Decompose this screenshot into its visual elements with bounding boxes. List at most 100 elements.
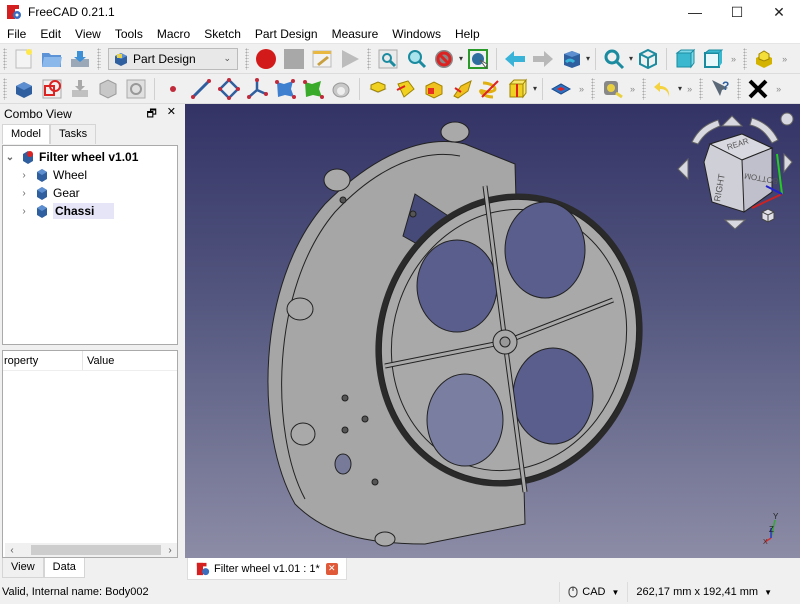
create-sketch-button[interactable] [40,77,64,101]
front-view-button[interactable] [673,47,697,71]
menu-view[interactable]: View [68,24,108,44]
value-column-header[interactable]: Value [83,351,114,370]
datum-plane-button[interactable] [217,77,241,101]
pad-button[interactable] [366,77,390,101]
close-panel-button[interactable]: ✕ [167,105,176,124]
horizontal-scrollbar[interactable]: ‹ › [5,543,177,557]
scrollbar-thumb[interactable] [31,545,161,555]
tab-data[interactable]: Data [43,558,85,578]
menu-measure[interactable]: Measure [325,24,386,44]
toolbar-separator [542,77,544,100]
new-document-button[interactable] [12,47,36,71]
toolbar-overflow-button[interactable]: » [630,84,635,94]
menu-help[interactable]: Help [448,24,487,44]
additive-pipe-button[interactable] [450,77,474,101]
undo-dropdown[interactable]: ▾ [678,84,682,93]
fit-all-button[interactable] [376,47,400,71]
macro-run-button[interactable] [338,47,362,71]
datum-point-button[interactable] [161,77,185,101]
additive-primitive-button[interactable] [506,77,530,101]
chevron-right-icon[interactable]: › [17,170,31,181]
tree-item-gear[interactable]: › Gear [3,184,177,202]
minimize-button[interactable]: — [674,0,716,24]
local-cs-button[interactable] [245,77,269,101]
tree-item-document[interactable]: ⌄ Filter wheel v1.01 [3,148,177,166]
additive-loft-button[interactable] [422,77,446,101]
maximize-button[interactable]: ☐ [716,0,758,24]
zoom-button[interactable] [602,47,626,71]
menu-sketch[interactable]: Sketch [197,24,248,44]
menu-edit[interactable]: Edit [33,24,68,44]
document-tab[interactable]: Filter wheel v1.01 : 1* ✕ [187,558,347,580]
chevron-right-icon[interactable]: › [17,188,31,199]
isometric-view-button[interactable] [636,47,660,71]
draw-style-dropdown[interactable]: ▾ [459,54,463,63]
3d-viewport[interactable]: REAR RIGHT BOTTOM Y Z X [185,104,800,558]
top-view-button[interactable] [701,47,725,71]
whats-this-button[interactable]: ? [708,77,732,101]
view-back-button[interactable] [503,47,527,71]
workbench-selector[interactable]: Part Design ⌄ [108,47,238,70]
part-workbench-button[interactable] [752,47,776,71]
revolution-button[interactable] [394,77,418,101]
toolbar-overflow-button[interactable]: » [687,84,692,94]
undo-button[interactable] [651,77,675,101]
macro-edit-button[interactable] [310,47,334,71]
tab-tasks[interactable]: Tasks [49,124,97,144]
navigation-cube[interactable]: REAR RIGHT BOTTOM [670,104,800,234]
additive-primitive-dropdown[interactable]: ▾ [533,84,537,93]
close-button[interactable]: ✕ [758,0,800,24]
additive-helix-button[interactable] [478,77,502,101]
toolbar-overflow-button[interactable]: » [782,54,787,64]
body-icon [37,187,47,200]
view-forward-button[interactable] [531,47,555,71]
navigation-style-button[interactable]: CAD ▼ [559,582,627,602]
sub-shape-binder-button[interactable] [301,77,325,101]
property-column-header[interactable]: roperty [3,351,83,370]
create-body-button[interactable] [12,77,36,101]
macro-record-button[interactable] [254,47,278,71]
bounding-box-button[interactable] [466,47,490,71]
menu-file[interactable]: File [0,24,33,44]
toolbar-grip [642,77,647,100]
pad-shape-button[interactable] [273,77,297,101]
clone-button[interactable] [124,77,148,101]
zoom-in-icon [604,49,625,69]
draw-style-button[interactable] [432,47,456,71]
menu-macro[interactable]: Macro [150,24,197,44]
combo-view-panel: Combo View 🗗 ✕ Model Tasks ⌄ Filter whee… [0,104,184,578]
isometric-cube-icon [639,48,658,69]
tree-item-wheel[interactable]: › Wheel [3,166,177,184]
toolbar-overflow-button[interactable]: » [731,54,736,64]
menu-part-design[interactable]: Part Design [248,24,325,44]
tab-view[interactable]: View [2,558,44,578]
close-task-button[interactable] [746,77,770,101]
fit-selection-button[interactable] [404,47,428,71]
std-views-button[interactable] [559,47,583,71]
open-button[interactable] [40,47,64,71]
scroll-left-icon[interactable]: ‹ [5,545,19,556]
macro-stop-button[interactable] [282,47,306,71]
save-button[interactable] [68,47,92,71]
datum-line-button[interactable] [189,77,213,101]
toolbar-overflow-button[interactable]: » [776,84,781,94]
pocket-button[interactable] [549,77,573,101]
clone-shape-button[interactable] [329,77,353,101]
tab-model[interactable]: Model [2,124,50,144]
measure-button[interactable] [600,77,624,101]
float-panel-button[interactable]: 🗗 [146,105,156,124]
std-views-dropdown[interactable]: ▾ [586,54,590,63]
toolbar-grip[interactable] [3,47,7,70]
shape-binder-button[interactable] [96,77,120,101]
close-document-icon[interactable]: ✕ [325,562,338,575]
zoom-dropdown[interactable]: ▾ [629,54,633,63]
validate-sketch-button[interactable] [68,77,92,101]
menu-windows[interactable]: Windows [385,24,448,44]
chevron-down-icon[interactable]: ⌄ [3,152,17,163]
scroll-right-icon[interactable]: › [163,545,177,556]
dimensions-button[interactable]: 262,17 mm x 192,41 mm ▼ [627,582,780,602]
toolbar-overflow-button[interactable]: » [579,84,584,94]
menu-tools[interactable]: Tools [108,24,150,44]
tree-item-chassi[interactable]: › Chassi [3,202,177,220]
chevron-right-icon[interactable]: › [17,206,31,217]
